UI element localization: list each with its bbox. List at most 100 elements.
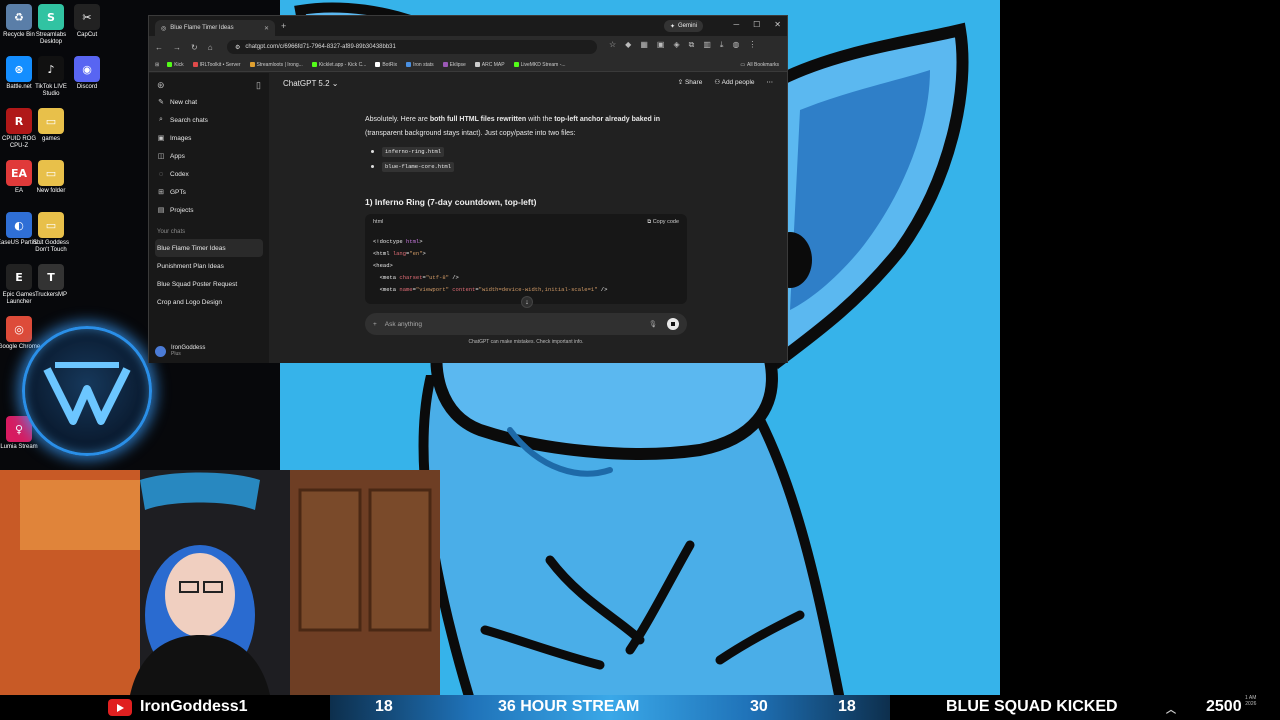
bookmark-item[interactable]: Eklipse: [442, 62, 466, 68]
message-bold: both full HTML files rewritten: [429, 116, 527, 123]
extension-icon[interactable]: ◆: [625, 40, 631, 50]
close-tab-icon[interactable]: ✕: [264, 25, 269, 32]
app-icon: ▭: [38, 108, 64, 134]
composer-input[interactable]: Ask anything: [385, 321, 422, 328]
more-options-icon[interactable]: ⋯: [767, 78, 774, 86]
reload-icon[interactable]: ↻: [191, 43, 198, 52]
sidebar-item-label: GPTs: [170, 188, 186, 196]
bookmark-item[interactable]: LiveMKD Stream -...: [513, 61, 566, 68]
desktop-icon[interactable]: ▭ Shit Goddess Don't Touch: [26, 212, 76, 254]
add-people-button[interactable]: ⚇ Add people: [714, 78, 754, 86]
apps-grid-icon[interactable]: ⊞: [155, 62, 159, 68]
arrow-down-icon: ↓: [525, 298, 529, 306]
sidebar-item[interactable]: ⌕ Search chats: [155, 111, 263, 129]
tray-chevron-icon[interactable]: ︿: [1166, 701, 1176, 716]
right-black-area: [1000, 0, 1280, 695]
stream-title: 36 HOUR STREAM: [498, 698, 640, 715]
stop-icon: [671, 322, 675, 326]
extension-icon[interactable]: ▦: [640, 40, 648, 50]
profile-icon[interactable]: ◍: [732, 40, 739, 50]
sidepanel-icon[interactable]: ▥: [703, 40, 711, 50]
bookmark-item[interactable]: Kicklet.app - Kick C...: [311, 62, 366, 68]
close-window-icon[interactable]: ✕: [774, 20, 781, 29]
user-profile[interactable]: IronGoddess Plus: [155, 345, 205, 357]
channel-name: IronGoddess1: [140, 698, 248, 715]
gemini-button[interactable]: ✦ Gemini: [663, 20, 703, 32]
download-icon[interactable]: ⤓: [720, 40, 724, 50]
message-text: Absolutely. Here are: [365, 116, 430, 123]
folder-icon: ▭: [740, 62, 746, 68]
bookmark-label: LiveMKD Stream -...: [520, 61, 566, 68]
stop-button[interactable]: [667, 318, 679, 330]
menu-icon[interactable]: ⋮: [748, 40, 756, 50]
site-info-icon[interactable]: ⚙: [235, 44, 240, 51]
home-icon[interactable]: ⌂: [208, 43, 213, 52]
code-token: />: [448, 274, 459, 281]
bookmark-label: Kick: [174, 61, 184, 68]
desktop-icon[interactable]: ▭ New folder: [26, 160, 76, 195]
sidebar-item[interactable]: ▤ Projects: [155, 201, 263, 219]
code-token: "utf-8": [425, 274, 449, 281]
bookmark-item[interactable]: ARC MAP: [474, 61, 505, 68]
w-logo-icon: [43, 362, 131, 425]
minimize-icon[interactable]: ─: [733, 20, 739, 29]
code-token: >: [422, 250, 426, 257]
forward-icon[interactable]: →: [173, 43, 181, 52]
close-sidebar-icon[interactable]: ▯: [256, 80, 261, 91]
message-composer[interactable]: + Ask anything 🎙︎: [365, 313, 687, 335]
bookmark-favicon-icon: [375, 62, 381, 67]
all-bookmarks[interactable]: ▭ All Bookmarks: [740, 62, 779, 68]
plus-icon[interactable]: +: [373, 321, 377, 328]
tab-blue-flame-timer[interactable]: ◎ Blue Flame Timer Ideas ✕: [155, 20, 275, 36]
bookmark-item[interactable]: Kick: [167, 61, 184, 68]
bookmark-favicon-icon: [192, 62, 198, 67]
sidebar-item[interactable]: ▣ Images: [155, 129, 263, 147]
bookmark-item[interactable]: IRLToolkit • Server: [192, 61, 241, 68]
code-token: "width=device-width,initial-scale=1": [478, 286, 598, 293]
extension-icon[interactable]: ◈: [673, 40, 679, 50]
new-tab-button[interactable]: +: [281, 21, 286, 31]
chat-history-item[interactable]: Blue Flame Timer Ideas: [155, 239, 263, 257]
message-paragraph: Absolutely. Here are both full HTML file…: [365, 113, 695, 141]
sidebar-item[interactable]: ◫ Apps: [155, 147, 263, 165]
desktop-icon[interactable]: ✂ CapCut: [62, 4, 112, 39]
bookmark-label: Iron stats: [413, 61, 434, 68]
tab-title: Blue Flame Timer Ideas: [170, 25, 234, 31]
desktop-icon[interactable]: ▭ games: [26, 108, 76, 143]
maximize-icon[interactable]: ☐: [753, 20, 760, 29]
code-token: "en": [409, 250, 423, 257]
desktop-icon-label: New folder: [36, 188, 66, 194]
bookmark-label: IRLToolkit • Server: [199, 61, 241, 68]
bookmark-star-icon[interactable]: ☆: [609, 40, 616, 50]
extensions-puzzle-icon[interactable]: ⧉: [689, 40, 695, 50]
desktop-icon[interactable]: T TruckersMP: [26, 264, 76, 299]
back-icon[interactable]: ←: [155, 43, 163, 52]
bullet-icon: [371, 165, 374, 168]
filename-code: blue-flame-core.html: [382, 161, 455, 172]
model-selector[interactable]: ChatGPT 5.2 ⌄: [283, 79, 338, 88]
sidebar-item[interactable]: ✎ New chat: [155, 93, 263, 111]
bookmark-item[interactable]: BotRix: [375, 62, 397, 68]
desktop-icon[interactable]: ◉ Discord: [62, 56, 112, 91]
share-button[interactable]: ⇪ Share: [678, 78, 703, 86]
chat-history-item[interactable]: Crop and Logo Design: [155, 293, 263, 311]
sidebar-item[interactable]: ◌ Codex: [155, 165, 263, 183]
share-label: Share: [684, 79, 703, 86]
address-bar[interactable]: ⚙ chatgpt.com/c/6966fd71-7964-8327-af89-…: [227, 40, 597, 54]
bookmark-item[interactable]: Streamloots | Irong...: [249, 62, 303, 68]
bookmark-item[interactable]: Iron stats: [406, 62, 434, 68]
share-icon: ⇪: [677, 79, 685, 86]
sidebar-item[interactable]: ⊞ GPTs: [155, 183, 263, 201]
openai-logo-icon[interactable]: ⊛: [157, 80, 165, 91]
sidebar-item-label: Images: [170, 134, 192, 142]
url-text: chatgpt.com/c/6966fd71-7964-8327-af89-89…: [245, 44, 396, 50]
bookmark-label: ARC MAP: [481, 61, 505, 68]
scroll-down-button[interactable]: ↓: [521, 296, 533, 308]
copy-code-button[interactable]: ⧉ Copy code: [647, 219, 679, 226]
chat-history-item[interactable]: Punishment Plan Ideas: [155, 257, 263, 275]
chat-history-item[interactable]: Blue Squad Poster Request: [155, 275, 263, 293]
microphone-icon[interactable]: 🎙︎: [649, 320, 657, 328]
code-token: <meta: [373, 286, 400, 293]
extension-icon[interactable]: ▣: [657, 40, 665, 50]
desktop-icon-label: CapCut: [76, 32, 98, 38]
